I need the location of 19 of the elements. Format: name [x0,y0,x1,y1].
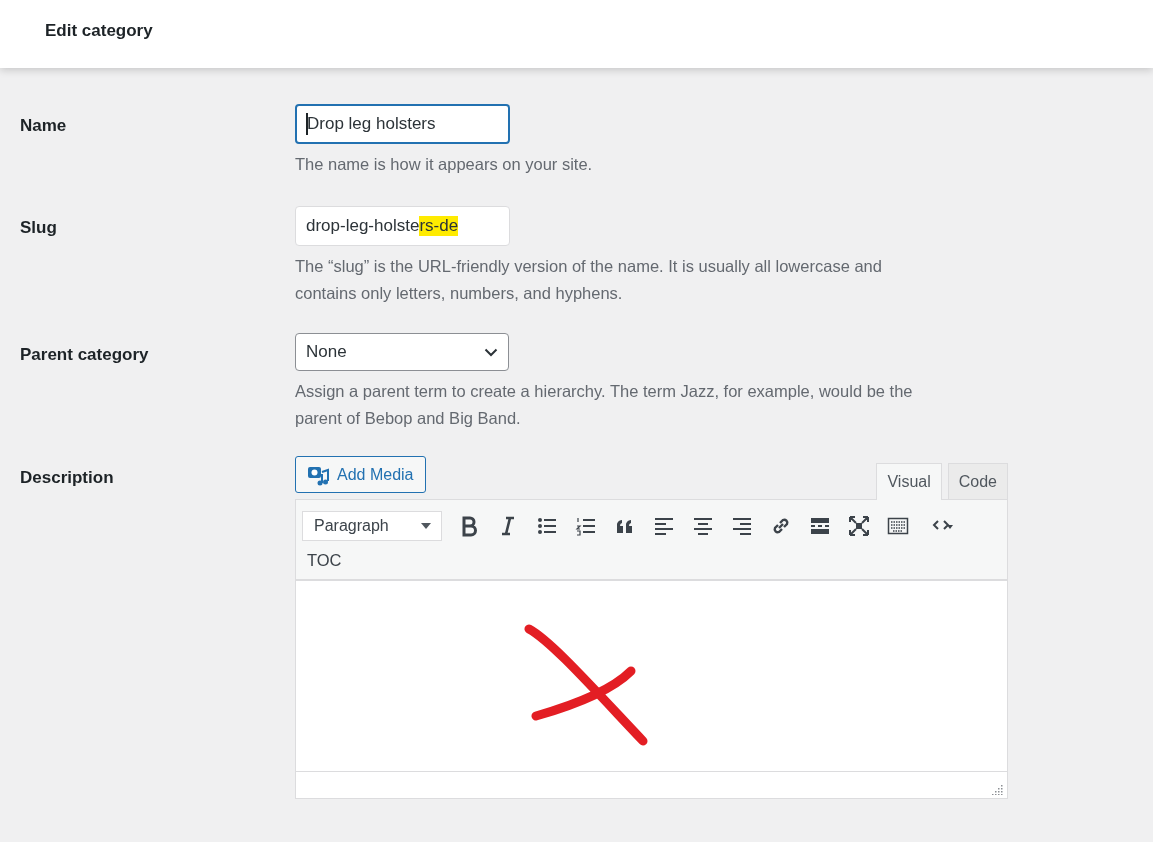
editor-tab[interactable]: Code [947,463,1008,499]
help-text: The name is how it appears on your site. [295,154,594,175]
field-label: Slug [20,217,58,239]
add-media-button[interactable]: Add Media [295,456,426,493]
editor-tab[interactable]: Visual [876,463,942,500]
field-label: Description [20,467,115,489]
field-label: Parent category [20,344,150,366]
field-label: Name [20,115,68,137]
help-text: The “slug” is the URL-friendly version of the name. It is usually all lowercase and contains only letters, numbers, and hyphens. [295,256,883,304]
resize-handle-icon[interactable] [991,783,1003,795]
caret-icon [420,522,432,530]
parent-category-dropdown[interactable]: None [295,333,509,371]
toc-button[interactable]: TOC [302,546,347,574]
page-title: Edit category [45,21,153,41]
name-input-field[interactable]: Drop leg holsters [295,104,510,144]
chevron-down-icon [484,347,498,357]
slug-input-field[interactable]: drop-leg-holsters-de [295,206,510,246]
help-text: Assign a parent term to create a hierarchy. The term Jazz, for example, would be the parent of Bebop and Big Band. [295,381,914,429]
format-dropdown[interactable]: Paragraph [302,511,442,541]
